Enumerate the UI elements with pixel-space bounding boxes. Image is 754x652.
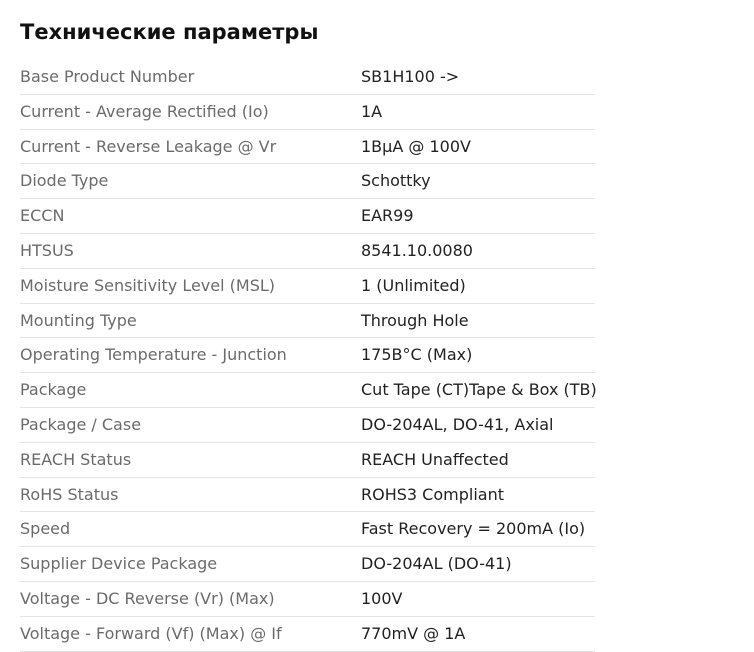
spec-row-operating-temperature: Operating Temperature - Junction 175B°C …	[20, 338, 595, 374]
spec-value: 175B°C (Max)	[361, 345, 473, 365]
spec-row-voltage-dc-reverse: Voltage - DC Reverse (Vr) (Max) 100V	[20, 582, 595, 617]
spec-value: 1A	[361, 101, 383, 121]
spec-label: HTSUS	[20, 240, 74, 260]
spec-label: ECCN	[20, 206, 65, 226]
spec-row-base-product-number: Base Product Number SB1H100 ->	[20, 60, 595, 95]
spec-row-rohs-status: RoHS Status ROHS3 Compliant	[20, 478, 595, 513]
spec-value: 8541.10.0080	[361, 240, 473, 260]
spec-value: 100V	[361, 588, 403, 608]
spec-table: Base Product Number SB1H100 -> Current -…	[20, 60, 597, 652]
spec-row-package: Package Cut Tape (CT)Tape & Box (TB)	[20, 373, 597, 408]
spec-value: Cut Tape (CT)Tape & Box (TB)	[361, 380, 597, 400]
spec-label: Diode Type	[20, 171, 109, 191]
spec-value[interactable]: SB1H100 ->	[361, 60, 459, 94]
spec-label: Operating Temperature - Junction	[20, 345, 287, 365]
spec-value: EAR99	[361, 206, 414, 226]
page-title: Технические параметры	[20, 20, 319, 44]
spec-value: 1BµA @ 100V	[361, 136, 471, 156]
spec-value: REACH Unaffected	[361, 449, 509, 469]
spec-label: Mounting Type	[20, 310, 137, 330]
spec-value: Schottky	[361, 171, 431, 191]
spec-value: ROHS3 Compliant	[361, 484, 504, 504]
spec-label: Package	[20, 380, 87, 400]
spec-row-current-reverse-leakage: Current - Reverse Leakage @ Vr 1BµA @ 10…	[20, 130, 595, 165]
spec-label: Current - Average Rectified (Io)	[20, 101, 269, 121]
spec-value: Fast Recovery = 200mA (Io)	[361, 519, 586, 539]
spec-row-mounting-type: Mounting Type Through Hole	[20, 304, 595, 339]
spec-row-supplier-device-package: Supplier Device Package DO-204AL (DO-41)	[20, 547, 595, 582]
spec-label: REACH Status	[20, 449, 132, 469]
spec-value: 770mV @ 1A	[361, 623, 466, 643]
spec-label: Voltage - DC Reverse (Vr) (Max)	[20, 588, 275, 608]
spec-value: Through Hole	[361, 310, 469, 330]
spec-label: Moisture Sensitivity Level (MSL)	[20, 275, 276, 295]
spec-label: Package / Case	[20, 414, 142, 434]
spec-value: DO-204AL, DO-41, Axial	[361, 414, 554, 434]
spec-value: 1 (Unlimited)	[361, 275, 466, 295]
spec-row-reach-status: REACH Status REACH Unaffected	[20, 443, 595, 478]
spec-row-speed: Speed Fast Recovery = 200mA (Io)	[20, 512, 595, 548]
spec-row-voltage-forward: Voltage - Forward (Vf) (Max) @ If 770mV …	[20, 617, 595, 652]
spec-label: Voltage - Forward (Vf) (Max) @ If	[20, 623, 282, 643]
spec-label: Current - Reverse Leakage @ Vr	[20, 136, 277, 156]
spec-row-moisture-sensitivity-level: Moisture Sensitivity Level (MSL) 1 (Unli…	[20, 269, 595, 304]
spec-row-diode-type: Diode Type Schottky	[20, 164, 595, 200]
spec-label: RoHS Status	[20, 484, 119, 504]
spec-label: Supplier Device Package	[20, 554, 218, 574]
spec-row-current-average-rectified: Current - Average Rectified (Io) 1A	[20, 95, 595, 130]
spec-label: Speed	[20, 519, 71, 539]
spec-row-htsus: HTSUS 8541.10.0080	[20, 234, 595, 269]
spec-row-package-case: Package / Case DO-204AL, DO-41, Axial	[20, 408, 595, 443]
spec-label: Base Product Number	[20, 67, 195, 86]
spec-row-eccn: ECCN EAR99	[20, 199, 595, 234]
spec-value: DO-204AL (DO-41)	[361, 554, 512, 574]
